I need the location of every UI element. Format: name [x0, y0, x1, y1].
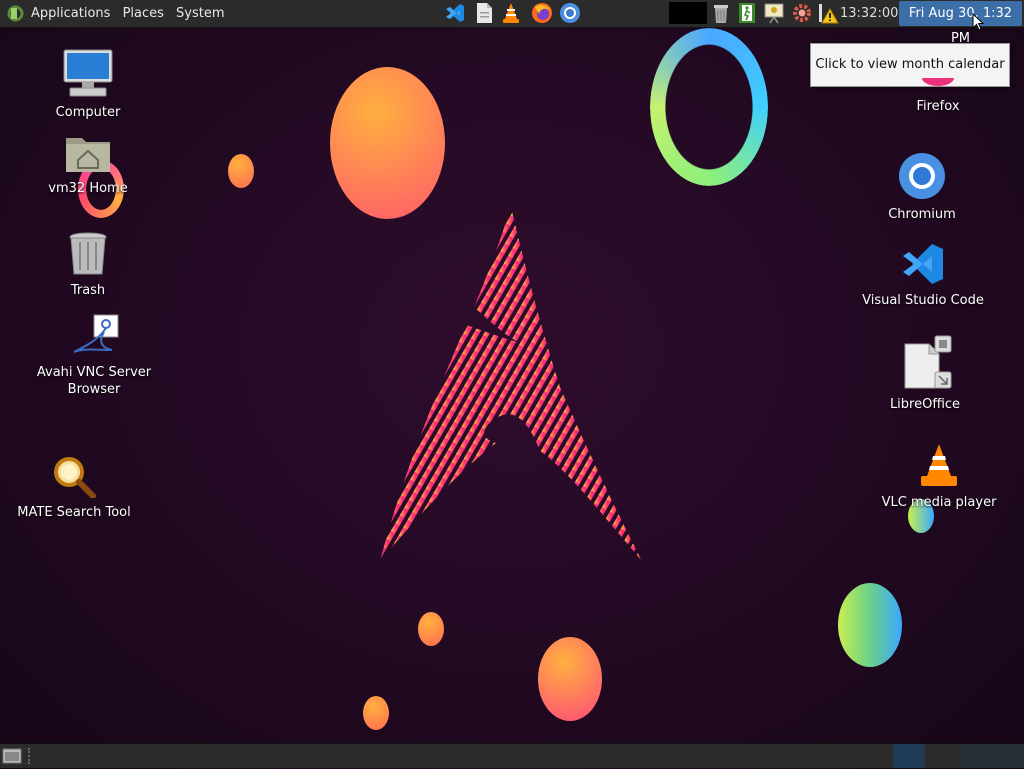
desktop-icon-label: MATE Search Tool: [17, 505, 131, 520]
computer-icon: [63, 49, 113, 97]
desktop-icon-vlc[interactable]: VLC media player: [876, 442, 1002, 511]
avahi-vnc-icon: [73, 314, 119, 353]
presentation-icon[interactable]: [763, 2, 784, 24]
window-list-item[interactable]: [960, 744, 1022, 768]
desktop-icon-label: Visual Studio Code: [862, 293, 984, 308]
home-folder-icon: [66, 138, 110, 172]
wallpaper-ring: [650, 28, 768, 186]
desktop-icon-label: Firefox: [916, 99, 960, 114]
mouse-pointer-icon: [972, 12, 985, 35]
exit-door-icon[interactable]: [737, 2, 757, 24]
desktop-icon-vscode[interactable]: Visual Studio Code: [862, 242, 984, 309]
calendar-tooltip: Click to view month calendar: [810, 43, 1010, 87]
desktop-icon-label: Chromium: [888, 207, 956, 222]
wallpaper-bubble: [228, 154, 254, 188]
desktop-icon-trash[interactable]: Trash: [48, 232, 128, 299]
menu-places[interactable]: Places: [123, 0, 164, 27]
search-tool-icon: [54, 457, 96, 499]
vlc-launcher-icon[interactable]: [500, 2, 522, 24]
warning-icon[interactable]: [817, 2, 839, 24]
chromium-launcher-icon[interactable]: [559, 2, 581, 24]
desktop-icon-home[interactable]: vm32 Home: [38, 132, 138, 197]
chromium-icon: [899, 153, 945, 199]
show-desktop-icon[interactable]: [2, 747, 22, 765]
desktop-icon-mate-search[interactable]: MATE Search Tool: [14, 456, 134, 521]
desktop-icon-libreoffice[interactable]: LibreOffice: [876, 334, 974, 413]
trash-applet-icon[interactable]: [711, 2, 731, 24]
desktop-icon-firefox[interactable]: Firefox: [888, 78, 988, 115]
firefox-launcher-icon[interactable]: [531, 2, 553, 24]
menu-system[interactable]: System: [176, 0, 224, 27]
desktop-icon-label: Avahi VNC Server Browser: [36, 365, 152, 397]
clock-date-button[interactable]: Fri Aug 30, 1:32 PM: [899, 1, 1022, 46]
main-menu: Applications Places System: [31, 0, 233, 27]
workspace-switcher[interactable]: [669, 2, 707, 24]
desktop-icon-avahi-vnc[interactable]: Avahi VNC Server Browser: [34, 312, 154, 398]
wallpaper-bubble: [330, 67, 445, 219]
mate-logo-icon[interactable]: [6, 4, 25, 23]
desktop-icon-label: LibreOffice: [889, 397, 961, 412]
wallpaper-bubble: [538, 637, 602, 721]
wallpaper-bubble: [418, 612, 444, 646]
desktop-icon-label: VLC media player: [881, 495, 997, 510]
bottom-panel: [0, 743, 1024, 768]
desktop-icon-label: vm32 Home: [48, 181, 128, 196]
top-panel: Applications Places System 13:32:00 Fri …: [0, 0, 1024, 46]
vlc-icon: [921, 444, 957, 486]
desktop-icon-label: Computer: [55, 105, 121, 120]
text-editor-launcher-icon[interactable]: [473, 2, 495, 24]
desktop-icon-chromium[interactable]: Chromium: [872, 152, 972, 223]
arch-logo: [380, 207, 642, 561]
firefox-icon: [922, 78, 954, 86]
wallpaper-bubble: [363, 696, 389, 730]
settings-gear-icon[interactable]: [791, 2, 811, 24]
vscode-launcher-icon[interactable]: [444, 2, 466, 24]
trash-icon: [69, 232, 107, 275]
desktop-icon-computer[interactable]: Computer: [48, 48, 128, 121]
menu-applications[interactable]: Applications: [31, 0, 110, 27]
libreoffice-icon: [904, 335, 952, 389]
desktop-icon-label: Trash: [70, 283, 106, 298]
window-list-item[interactable]: [893, 744, 925, 768]
clock-time[interactable]: 13:32:00: [840, 0, 898, 27]
wallpaper-bubble: [838, 583, 902, 667]
vscode-icon: [903, 244, 943, 284]
panel-handle[interactable]: [28, 748, 34, 764]
